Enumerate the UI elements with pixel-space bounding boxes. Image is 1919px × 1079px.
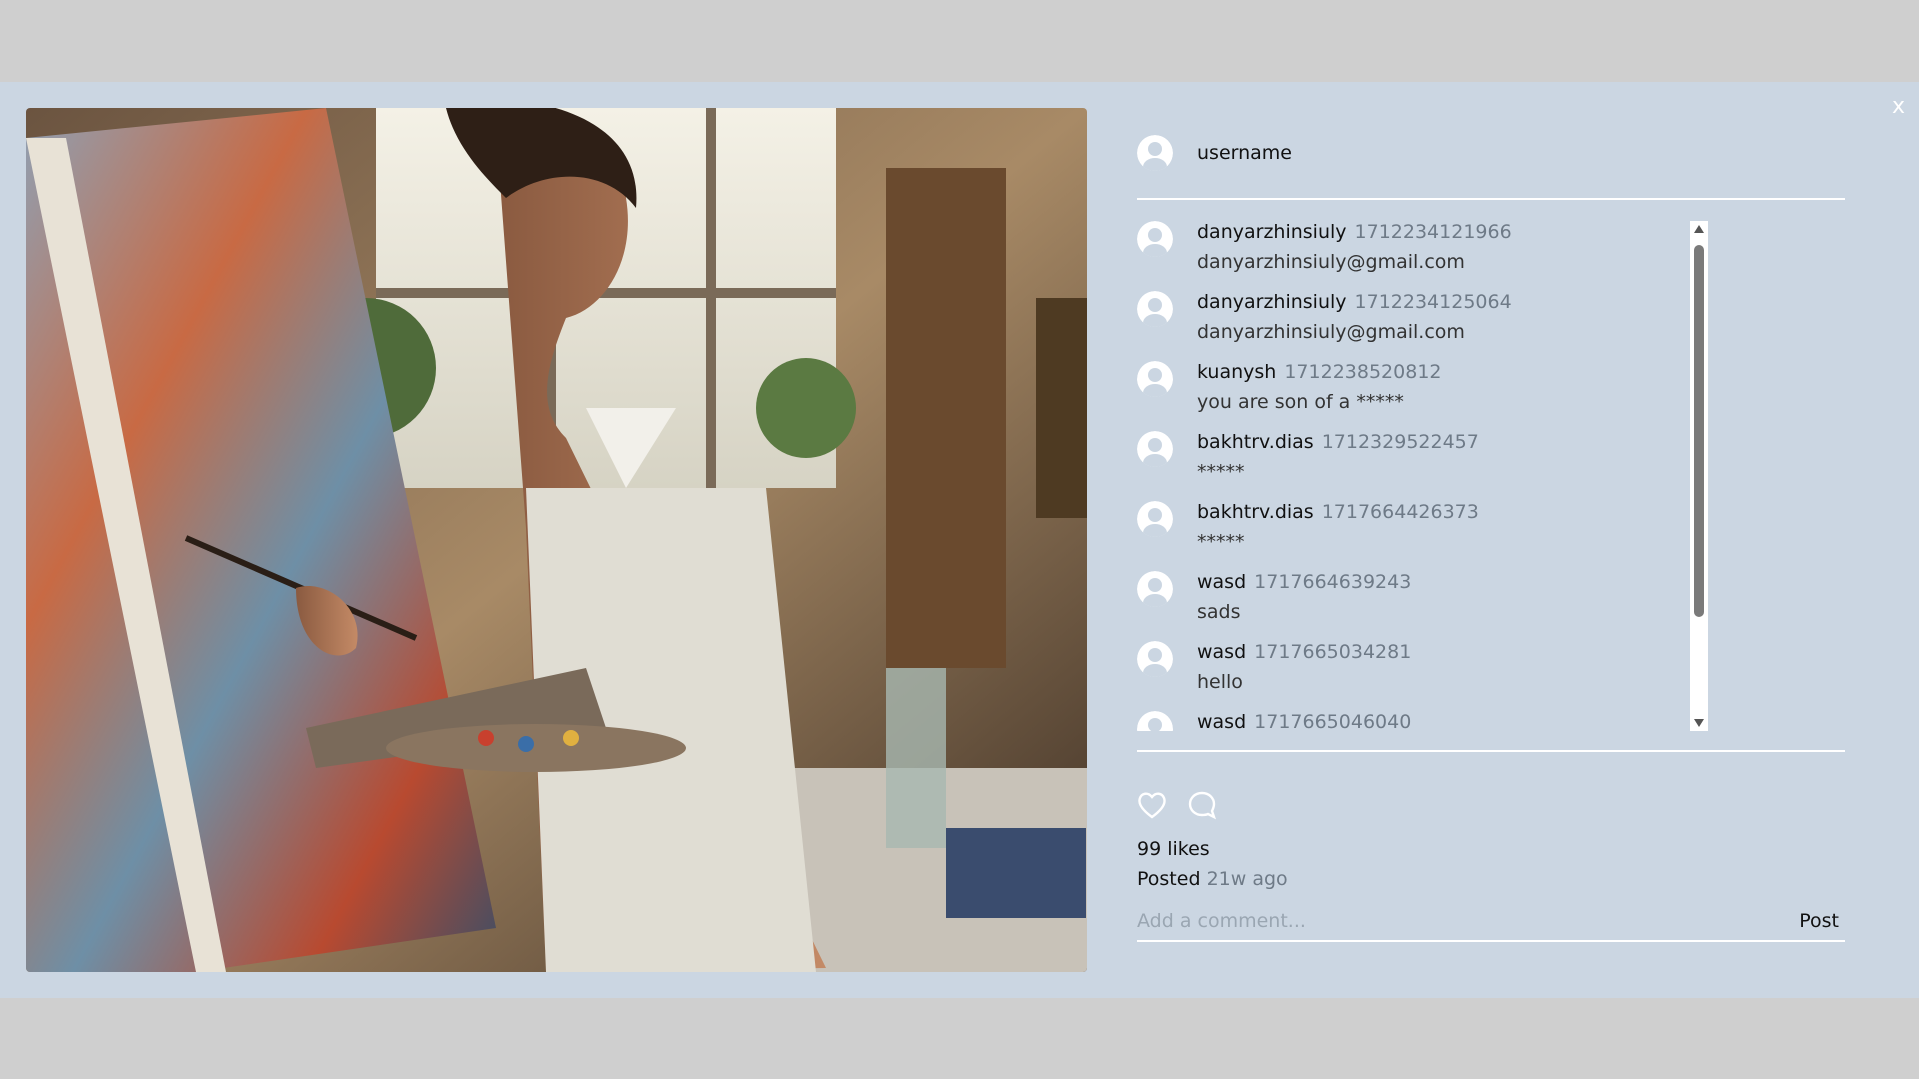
comment-meta: wasd 1717664639243 <box>1197 571 1411 593</box>
comment-meta: kuanysh 1712238520812 <box>1197 361 1442 383</box>
heart-icon[interactable] <box>1137 791 1167 819</box>
comment-meta: danyarzhinsiuly 1712234125064 <box>1197 291 1512 313</box>
scroll-thumb[interactable] <box>1694 245 1704 617</box>
comment-item: wasd 1717665034281 hello <box>1137 641 1817 711</box>
posted-label: Posted <box>1137 868 1201 890</box>
close-button[interactable]: x <box>1892 96 1905 118</box>
comment-username[interactable]: wasd <box>1197 641 1246 663</box>
likes-count: 99 likes <box>1137 838 1210 860</box>
comment-timestamp: 1717664426373 <box>1321 501 1479 523</box>
comment-timestamp: 1712234125064 <box>1354 291 1512 313</box>
scroll-down-arrow-icon[interactable] <box>1694 719 1704 727</box>
comment-username[interactable]: wasd <box>1197 571 1246 593</box>
post-modal: x username danyarzhinsiuly 1712234121966… <box>0 82 1919 998</box>
user-avatar-icon <box>1137 571 1173 607</box>
comment-meta: danyarzhinsiuly 1712234121966 <box>1197 221 1512 243</box>
comment-input[interactable] <box>1137 904 1737 938</box>
user-avatar-icon <box>1137 711 1173 731</box>
comment-text: danyarzhinsiuly@gmail.com <box>1197 251 1465 273</box>
user-avatar-icon <box>1137 431 1173 467</box>
posted-ago: 21w ago <box>1206 868 1288 890</box>
comment-timestamp: 1717665046040 <box>1254 711 1412 731</box>
posted-time: Posted 21w ago <box>1137 868 1288 890</box>
comment-username[interactable]: bakhtrv.dias <box>1197 431 1314 453</box>
comment-text: danyarzhinsiuly@gmail.com <box>1197 321 1465 343</box>
comment-text: sads <box>1197 601 1241 623</box>
comment-text: you are son of a ***** <box>1197 391 1404 413</box>
comment-item: wasd 1717665046040 <box>1137 711 1817 731</box>
comment-timestamp: 1712329522457 <box>1321 431 1479 453</box>
user-avatar-icon <box>1137 135 1173 171</box>
comment-username[interactable]: wasd <box>1197 711 1246 731</box>
comment-item: wasd 1717664639243 sads <box>1137 571 1817 641</box>
scroll-up-arrow-icon[interactable] <box>1694 225 1704 233</box>
comment-item: danyarzhinsiuly 1712234125064 danyarzhinsi… <box>1137 291 1817 361</box>
divider <box>1137 750 1845 752</box>
comment-timestamp: 1717664639243 <box>1254 571 1412 593</box>
add-comment-form: Post <box>1137 898 1845 942</box>
comment-meta: wasd 1717665034281 <box>1197 641 1411 663</box>
comment-timestamp: 1712234121966 <box>1354 221 1512 243</box>
post-author[interactable]: username <box>1137 128 1845 178</box>
comment-username[interactable]: kuanysh <box>1197 361 1276 383</box>
comment-username[interactable]: danyarzhinsiuly <box>1197 221 1347 243</box>
comment-item: kuanysh 1712238520812 you are son of a ***… <box>1137 361 1817 431</box>
comment-item: danyarzhinsiuly 1712234121966 danyarzhinsi… <box>1137 221 1817 291</box>
comment-username[interactable]: bakhtrv.dias <box>1197 501 1314 523</box>
user-avatar-icon <box>1137 501 1173 537</box>
comment-bubble-icon[interactable] <box>1187 790 1217 820</box>
comment-text: ***** <box>1197 461 1245 483</box>
comment-text: hello <box>1197 671 1243 693</box>
comment-meta: wasd 1717665046040 <box>1197 711 1411 731</box>
comment-item: bakhtrv.dias 1712329522457 ***** <box>1137 431 1817 501</box>
comment-timestamp: 1717665034281 <box>1254 641 1412 663</box>
comment-meta: bakhtrv.dias 1712329522457 <box>1197 431 1479 453</box>
comment-timestamp: 1712238520812 <box>1284 361 1442 383</box>
user-avatar-icon <box>1137 641 1173 677</box>
comment-item: bakhtrv.dias 1717664426373 ***** <box>1137 501 1817 571</box>
post-details-panel: username danyarzhinsiuly 1712234121966 dan… <box>1137 108 1845 972</box>
post-image <box>26 108 1087 972</box>
divider <box>1137 198 1845 200</box>
comment-username[interactable]: danyarzhinsiuly <box>1197 291 1347 313</box>
comments-list[interactable]: danyarzhinsiuly 1712234121966 danyarzhinsi… <box>1137 221 1845 731</box>
user-avatar-icon <box>1137 291 1173 327</box>
post-author-name[interactable]: username <box>1197 142 1292 164</box>
comment-meta: bakhtrv.dias 1717664426373 <box>1197 501 1479 523</box>
comments-scrollbar[interactable] <box>1690 221 1708 731</box>
comment-text: ***** <box>1197 531 1245 553</box>
user-avatar-icon <box>1137 361 1173 397</box>
user-avatar-icon <box>1137 221 1173 257</box>
post-comment-button[interactable]: Post <box>1799 910 1839 932</box>
post-actions <box>1137 788 1217 822</box>
